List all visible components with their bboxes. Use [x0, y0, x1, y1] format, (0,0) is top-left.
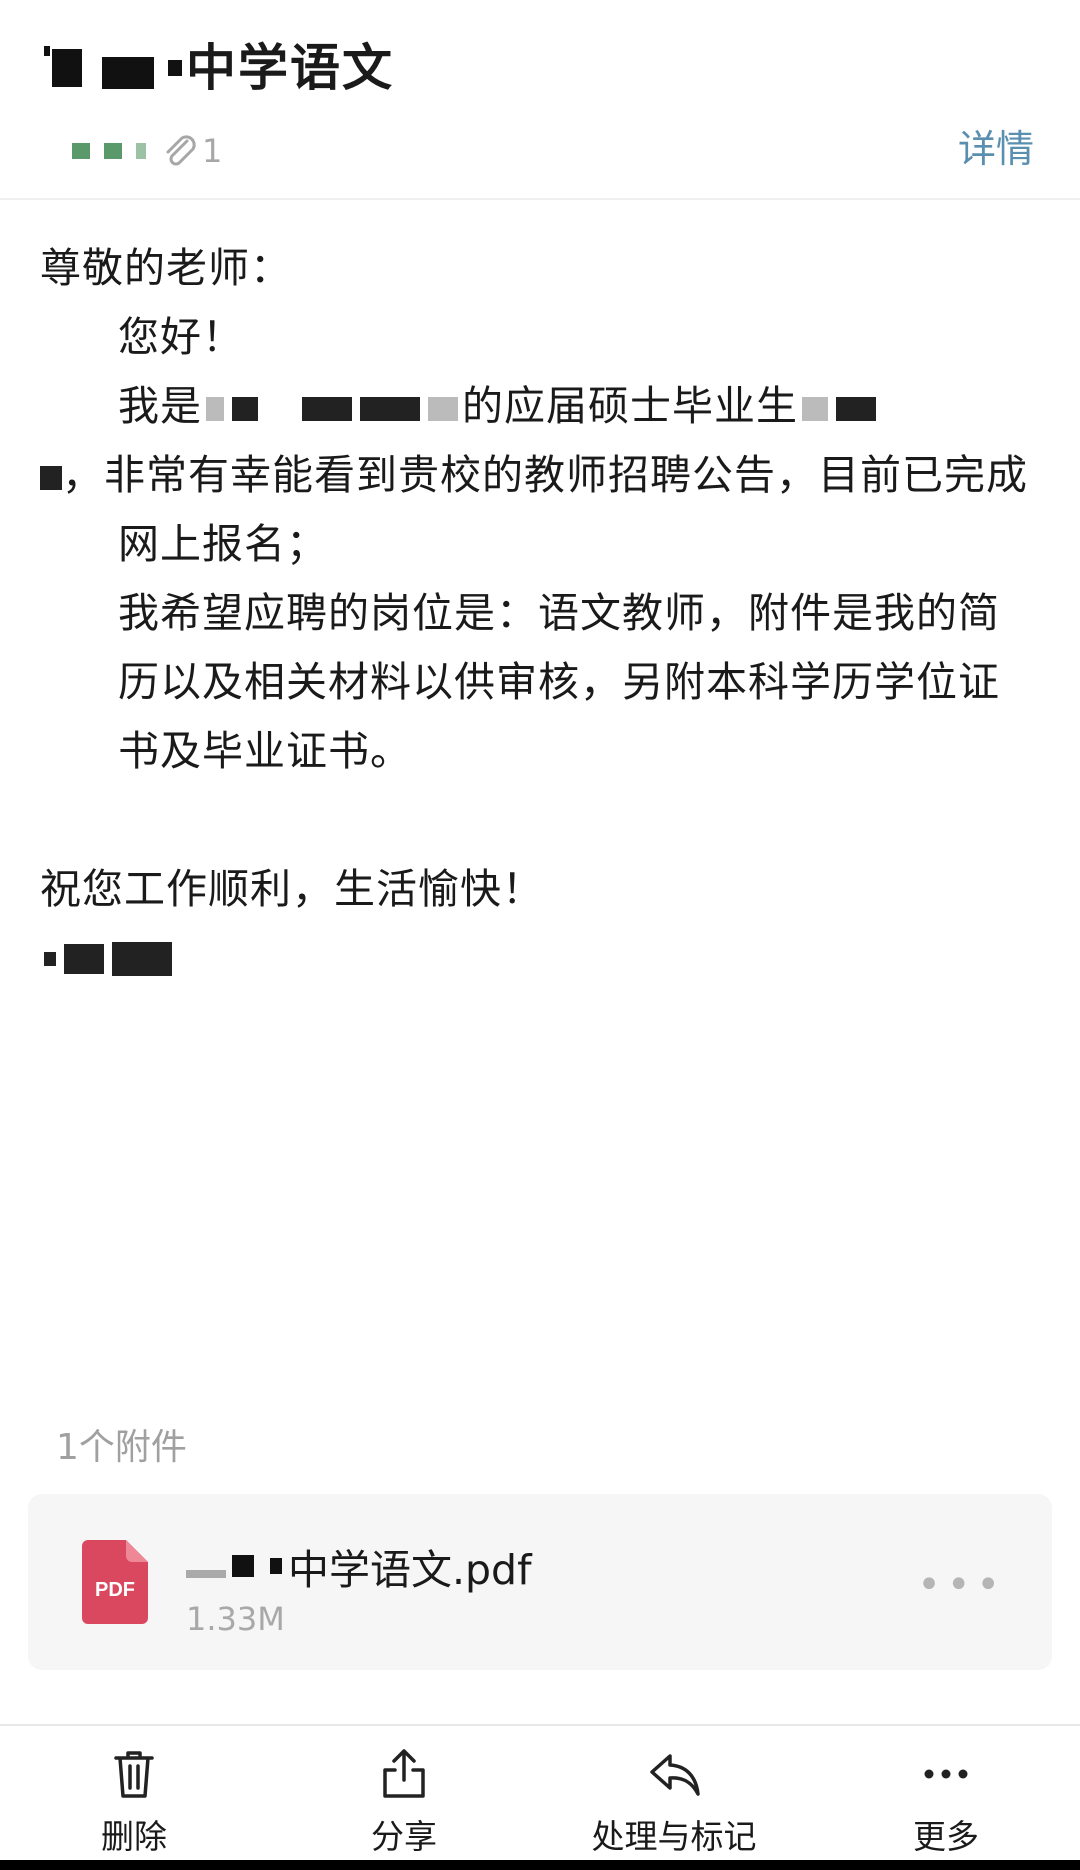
attachment-count-badge: 1 — [202, 132, 223, 170]
more-button[interactable]: 更多 — [836, 1746, 1056, 1858]
bottom-action-bar: 删除 分享 处理与标记 更多 — [0, 1724, 1080, 1870]
paperclip-icon — [166, 135, 196, 166]
process-mark-label: 处理与标记 — [591, 1817, 757, 1856]
mail-subject: 中学语文 — [44, 38, 394, 98]
redacted-block — [186, 1570, 226, 1578]
signature — [40, 924, 1040, 993]
redacted-signature — [44, 951, 56, 966]
hello-line: 您好！ — [118, 313, 244, 361]
subject-text: 中学语文 — [186, 39, 394, 97]
attachment-more-button[interactable]: ••• — [917, 1562, 1006, 1608]
process-mark-button[interactable]: 处理与标记 — [564, 1746, 784, 1858]
redacted-school — [428, 397, 458, 421]
share-label: 分享 — [371, 1817, 437, 1856]
para1-start: 我是 — [118, 382, 202, 430]
greeting-line: 尊敬的老师： — [40, 244, 292, 292]
attachment-filename: 中学语文.pdf — [288, 1546, 532, 1594]
redacted-sender-block — [104, 143, 122, 159]
attachment-card[interactable]: PDF 中学语文.pdf 1.33M ••• — [28, 1494, 1052, 1670]
screen-edge — [0, 1860, 1080, 1870]
redacted-sender-block — [136, 143, 146, 159]
mail-meta: 1 — [72, 132, 222, 170]
more-icon — [924, 1769, 968, 1779]
attachment-count-label: 1个附件 — [56, 1427, 187, 1468]
redacted-school — [302, 397, 352, 421]
trash-icon — [114, 1751, 154, 1798]
redacted-name — [40, 466, 62, 490]
mail-header: 中学语文 1 详情 — [0, 0, 1080, 200]
redacted-signature — [112, 941, 172, 976]
pdf-file-icon: PDF — [82, 1540, 148, 1624]
redacted-sender-block — [72, 143, 90, 159]
redacted-block — [102, 57, 154, 89]
mail-detail-page: 中学语文 1 详情 尊敬的老师： 您好！ 我是 的应届硕士毕业生 ，非常有幸能看到贵… — [0, 0, 1080, 1870]
paragraph-2: 我希望应聘的岗位是：语文教师，附件是我的简历以及相关材料以供审核，另附本科学历学… — [118, 589, 1000, 775]
pdf-type-label: PDF — [95, 1579, 135, 1601]
attachment-name: 中学语文.pdf — [186, 1536, 532, 1596]
redacted-school — [360, 397, 420, 421]
more-label: 更多 — [913, 1817, 979, 1856]
redacted-name — [836, 397, 876, 421]
share-button[interactable]: 分享 — [294, 1746, 514, 1858]
redacted-block — [270, 1558, 282, 1574]
redacted-school — [232, 397, 258, 421]
redacted-block — [44, 46, 50, 56]
redacted-block — [232, 1555, 254, 1577]
closing-line: 祝您工作顺利，生活愉快！ — [40, 865, 544, 913]
redacted-block — [168, 60, 182, 76]
paragraph-1: 我是 的应届硕士毕业生 ，非常有幸能看到贵校的教师招聘公告，目前已完成网上报名； — [40, 372, 1040, 579]
redacted-name — [802, 397, 828, 421]
redacted-block — [52, 49, 82, 87]
para1-mid: 的应届硕士毕业生 — [462, 382, 798, 430]
reply-icon — [650, 1754, 700, 1796]
details-link[interactable]: 详情 — [958, 118, 1034, 173]
attachment-size: 1.33M — [186, 1600, 285, 1638]
delete-button[interactable]: 删除 — [24, 1746, 244, 1858]
redacted-signature — [64, 943, 104, 974]
para1-rest: ，非常有幸能看到贵校的教师招聘公告，目前已完成网上报名； — [62, 451, 1028, 568]
mail-body: 尊敬的老师： 您好！ 我是 的应届硕士毕业生 ，非常有幸能看到贵校的教师招聘公告，目… — [40, 234, 1040, 993]
delete-label: 删除 — [101, 1817, 167, 1856]
redacted-school — [206, 397, 224, 421]
attachment-indicator: 1 — [160, 132, 222, 170]
share-icon — [383, 1749, 425, 1798]
